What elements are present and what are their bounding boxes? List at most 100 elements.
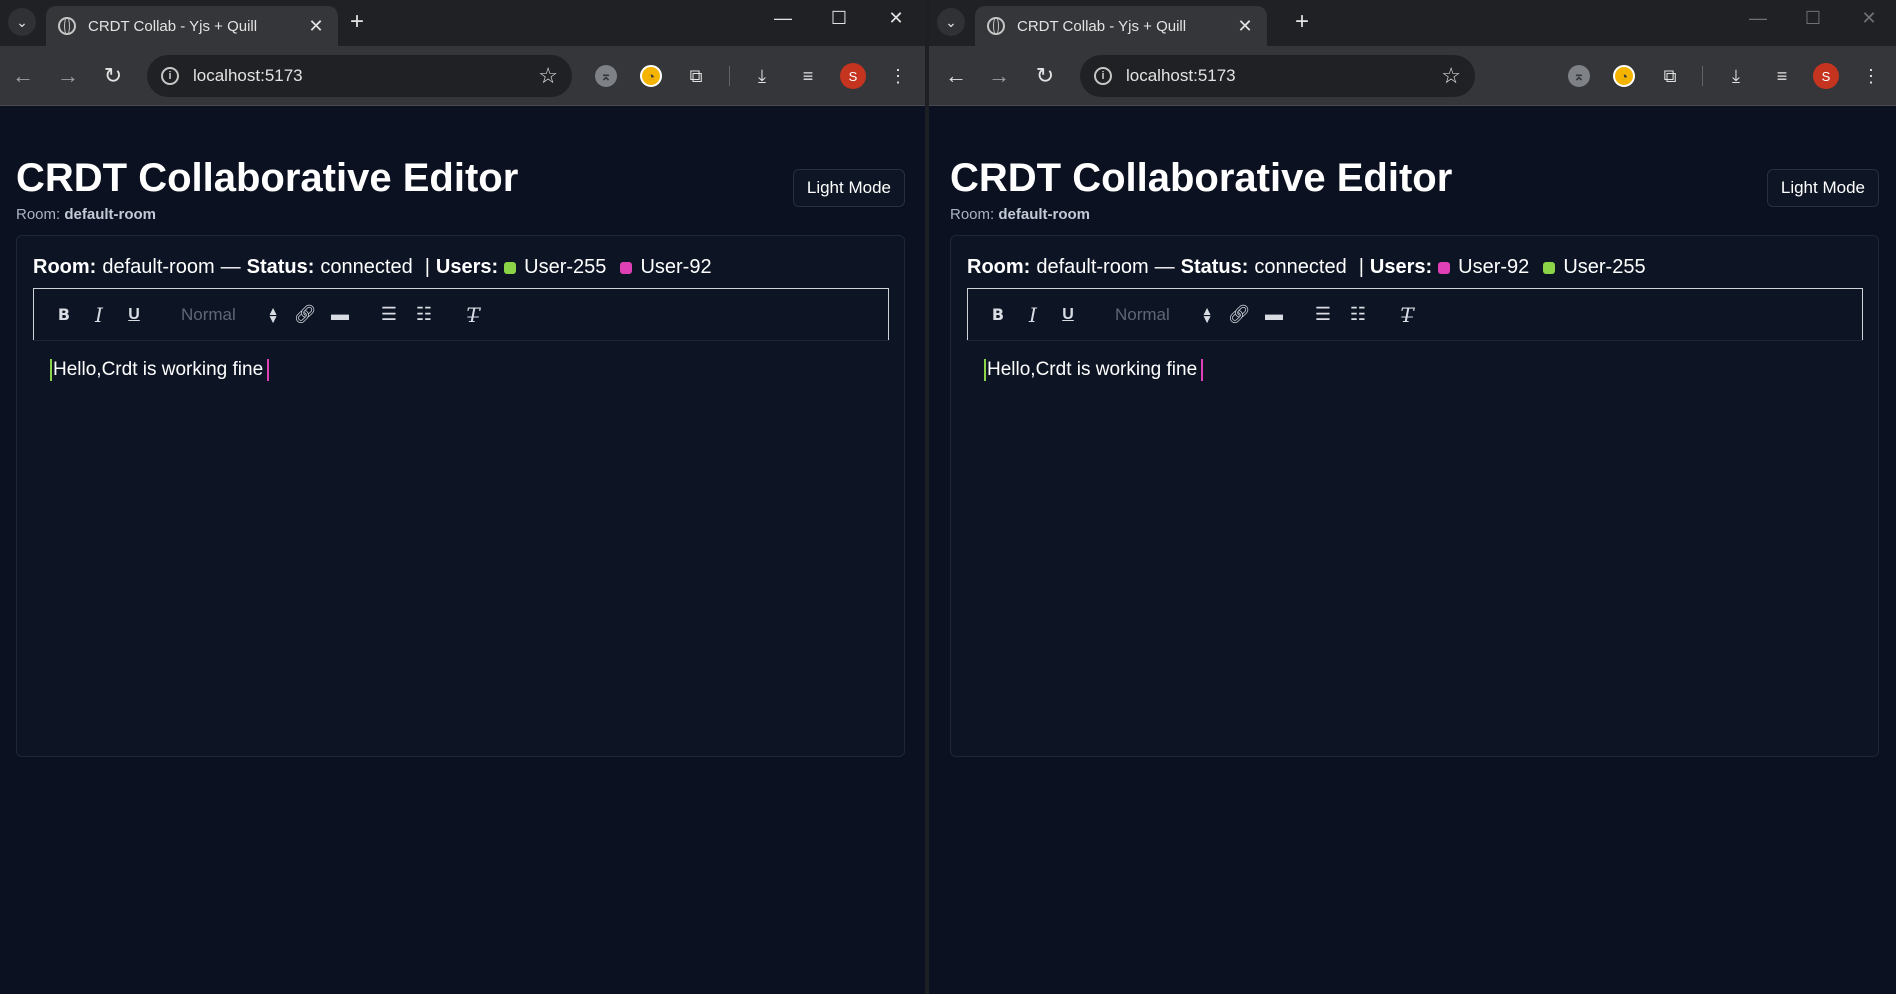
header-select-value: Normal — [181, 304, 236, 324]
more-menu-icon[interactable]: ⋮ — [885, 63, 911, 89]
globe-icon — [987, 17, 1005, 35]
downloads-icon[interactable]: ⤓ — [1723, 63, 1749, 89]
remote-cursor-caret — [50, 359, 52, 381]
reload-icon[interactable]: ↻ — [99, 62, 127, 90]
profile-avatar[interactable]: S — [1813, 63, 1839, 89]
browser-tab[interactable]: CRDT Collab - Yjs + Quill ✕ — [975, 6, 1267, 46]
page-content: CRDT Collaborative Editor Room: default-… — [0, 106, 925, 994]
timer-extension-icon[interactable]: ◔ — [640, 65, 662, 87]
header-select[interactable]: Normal ▲ ▼ — [169, 305, 279, 325]
select-arrows-icon: ▲ ▼ — [267, 303, 279, 326]
bold-icon[interactable]: B — [52, 303, 76, 327]
maximize-icon[interactable]: ☐ — [1798, 8, 1828, 29]
downloads-icon[interactable]: ⤓ — [749, 63, 775, 89]
forward-arrow-icon[interactable]: → — [54, 62, 82, 90]
editor-content[interactable]: Hello,Crdt is working fine — [967, 340, 1863, 744]
browser-window-left: ⌄ CRDT Collab - Yjs + Quill ✕ + — ☐ ✕ ← … — [0, 0, 925, 994]
user-color-dot — [620, 261, 633, 274]
bold-icon[interactable]: B — [986, 303, 1010, 327]
tab-title: CRDT Collab - Yjs + Quill — [88, 17, 258, 35]
quill-toolbar: B I U Normal ▲ ▼ 🔗︎ ▬ ☰ ☷ T̶ — [33, 288, 889, 340]
extensions-puzzle-icon[interactable]: ⧉ — [683, 63, 709, 89]
address-bar[interactable]: i localhost:5173 ☆ — [1080, 55, 1475, 97]
back-arrow-icon[interactable]: ← — [942, 62, 970, 90]
tab-strip: ⌄ CRDT Collab - Yjs + Quill ✕ + — ☐ ✕ — [0, 0, 925, 46]
italic-icon[interactable]: I — [1021, 303, 1045, 327]
underline-icon[interactable]: U — [122, 303, 146, 327]
user-color-dot — [1438, 261, 1451, 274]
tab-search-chevron-icon[interactable]: ⌄ — [8, 8, 36, 36]
extensions-puzzle-icon[interactable]: ⧉ — [1657, 63, 1683, 89]
minimize-icon[interactable]: — — [768, 8, 798, 29]
document-text: Hello,Crdt is working fine — [987, 359, 1198, 380]
bullet-list-icon[interactable]: ☷ — [412, 303, 436, 327]
bookmark-star-icon[interactable]: ☆ — [538, 63, 558, 89]
light-mode-button[interactable]: Light Mode — [792, 169, 905, 207]
status-room-value: default-room — [1036, 256, 1149, 278]
user-color-dot — [504, 261, 517, 274]
profile-avatar[interactable]: S — [840, 63, 866, 89]
status-label: Status: — [1180, 256, 1249, 278]
room-label: Room: — [950, 206, 995, 223]
tab-strip: ⌄ CRDT Collab - Yjs + Quill ✕ + — ☐ ✕ — [929, 0, 1896, 46]
document-line: Hello,Crdt is working fine — [983, 359, 1204, 381]
users-label: Users: — [435, 256, 499, 278]
url-text: localhost:5173 — [193, 66, 303, 85]
clear-format-icon[interactable]: T̶ — [1395, 303, 1419, 327]
clear-format-icon[interactable]: T̶ — [461, 303, 485, 327]
extension-circle-icon[interactable]: ⌅ — [1568, 65, 1590, 87]
status-room-label: Room: — [967, 256, 1031, 278]
window-close-icon[interactable]: ✕ — [881, 8, 911, 29]
url-text: localhost:5173 — [1126, 66, 1236, 85]
image-icon[interactable]: ▬ — [328, 303, 352, 327]
extension-circle-icon[interactable]: ⌅ — [595, 65, 617, 87]
toolbar-divider — [1702, 66, 1703, 86]
underline-icon[interactable]: U — [1056, 303, 1080, 327]
window-close-icon[interactable]: ✕ — [1854, 8, 1884, 29]
remote-cursor-caret — [267, 359, 270, 381]
editor-content[interactable]: Hello,Crdt is working fine — [33, 340, 889, 744]
media-controls-icon[interactable]: ≡ — [1769, 63, 1795, 89]
header-select[interactable]: Normal ▲ ▼ — [1103, 305, 1213, 325]
room-name: default-room — [998, 206, 1091, 223]
header-select-value: Normal — [1115, 304, 1170, 324]
tab-search-chevron-icon[interactable]: ⌄ — [937, 8, 965, 36]
room-name: default-room — [64, 206, 157, 223]
link-icon[interactable]: 🔗︎ — [293, 303, 317, 327]
bullet-list-icon[interactable]: ☷ — [1346, 303, 1370, 327]
minimize-icon[interactable]: — — [1743, 8, 1773, 29]
bookmark-star-icon[interactable]: ☆ — [1441, 63, 1461, 89]
ordered-list-icon[interactable]: ☰ — [377, 303, 401, 327]
tab-close-icon[interactable]: ✕ — [306, 16, 326, 37]
browser-toolbar: ← → ↻ i localhost:5173 ☆ ⌅ ◔ ⧉ ⤓ ≡ S ⋮ — [0, 46, 925, 106]
italic-icon[interactable]: I — [87, 303, 111, 327]
link-icon[interactable]: 🔗︎ — [1227, 303, 1251, 327]
reload-icon[interactable]: ↻ — [1031, 62, 1059, 90]
new-tab-plus-icon[interactable]: + — [1295, 9, 1309, 35]
forward-arrow-icon[interactable]: → — [985, 62, 1013, 90]
user-name: User-255 — [524, 256, 607, 278]
back-arrow-icon[interactable]: ← — [9, 62, 37, 90]
status-room-value: default-room — [102, 256, 215, 278]
timer-extension-icon[interactable]: ◔ — [1613, 65, 1635, 87]
status-value: connected — [320, 256, 413, 278]
editor-panel: Room: default-room — Status: connected |… — [950, 235, 1879, 757]
room-subtitle: Room: default-room — [16, 206, 156, 223]
site-info-icon[interactable]: i — [161, 67, 179, 85]
site-info-icon[interactable]: i — [1094, 67, 1112, 85]
media-controls-icon[interactable]: ≡ — [795, 63, 821, 89]
status-value: connected — [1254, 256, 1347, 278]
new-tab-plus-icon[interactable]: + — [350, 9, 364, 35]
maximize-icon[interactable]: ☐ — [824, 8, 854, 29]
user-name: User-255 — [1563, 256, 1646, 278]
browser-tab[interactable]: CRDT Collab - Yjs + Quill ✕ — [46, 6, 338, 46]
more-menu-icon[interactable]: ⋮ — [1858, 63, 1884, 89]
document-text: Hello,Crdt is working fine — [53, 359, 264, 380]
light-mode-button[interactable]: Light Mode — [1766, 169, 1879, 207]
page-title: CRDT Collaborative Editor — [16, 156, 519, 200]
users-label: Users: — [1369, 256, 1433, 278]
ordered-list-icon[interactable]: ☰ — [1311, 303, 1335, 327]
address-bar[interactable]: i localhost:5173 ☆ — [147, 55, 572, 97]
image-icon[interactable]: ▬ — [1262, 303, 1286, 327]
tab-close-icon[interactable]: ✕ — [1235, 16, 1255, 37]
